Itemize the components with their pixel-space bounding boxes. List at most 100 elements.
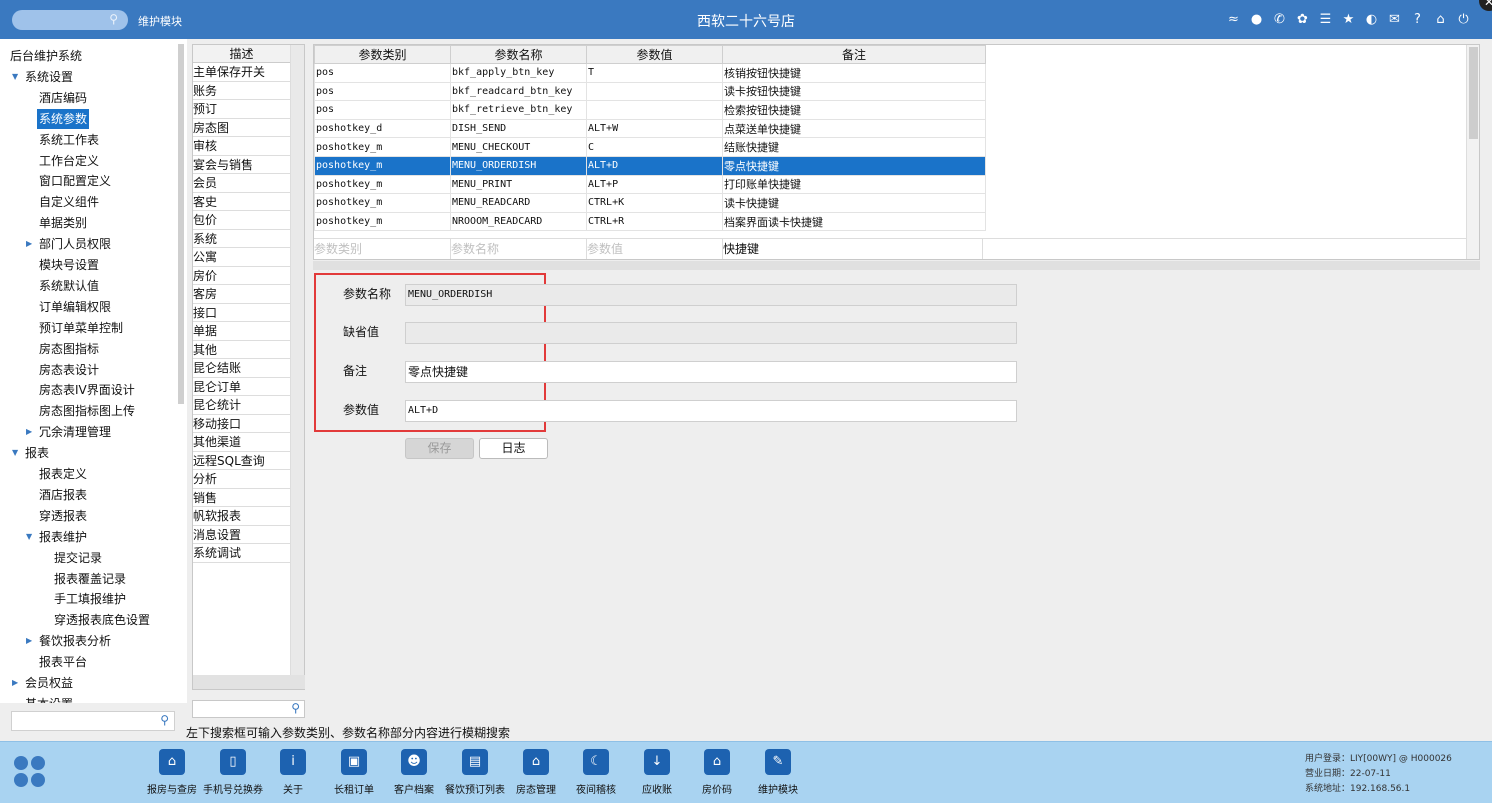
description-item[interactable]: 会员 — [193, 174, 291, 193]
table-cell[interactable]: 结账快捷键 — [722, 137, 986, 157]
table-cell[interactable]: bkf_apply_btn_key — [450, 63, 587, 83]
tree-item[interactable]: 穿透报表底色设置 — [54, 610, 150, 630]
table-cell[interactable]: NROOOM_READCARD — [450, 211, 587, 232]
description-item[interactable]: 系统调试 — [193, 544, 291, 563]
table-cell[interactable] — [586, 81, 723, 102]
tree-item[interactable]: ▶ 部门人员权限 — [26, 234, 111, 254]
contact-card-icon[interactable]: ☻ — [401, 749, 427, 775]
taskbar-item[interactable]: ⌂ 房态管理 — [506, 749, 566, 796]
table-cell[interactable]: poshotkey_m — [314, 137, 451, 157]
table-cell[interactable]: poshotkey_d — [314, 118, 451, 139]
table-cell[interactable]: 核销按钮快捷键 — [722, 63, 986, 83]
table-cell[interactable]: CTRL+K — [586, 193, 723, 213]
mobile-icon[interactable]: ▯ — [220, 749, 246, 775]
expanded-arrow-icon[interactable]: ▼ — [12, 67, 18, 87]
description-item[interactable]: 其他 — [193, 340, 291, 359]
taskbar-item[interactable]: ✎ 维护模块 — [748, 749, 808, 796]
tree-item[interactable]: ▶ 会员权益 — [12, 673, 73, 693]
table-row[interactable]: poshotkey_m MENU_PRINT ALT+P 打印账单快捷键 — [314, 174, 986, 195]
table-cell[interactable]: bkf_retrieve_btn_key — [450, 100, 587, 120]
table-cell[interactable] — [586, 100, 723, 120]
wifi-icon[interactable]: ≈ — [1222, 11, 1245, 29]
description-item[interactable]: 分析 — [193, 470, 291, 489]
description-item[interactable]: 客史 — [193, 192, 291, 211]
contrast-icon[interactable]: ◐ — [1360, 11, 1383, 29]
table-cell[interactable]: MENU_READCARD — [450, 193, 587, 213]
expanded-arrow-icon[interactable]: ▼ — [26, 527, 32, 547]
description-item[interactable]: 宴会与销售 — [193, 155, 291, 174]
log-button[interactable]: 日志 — [479, 438, 548, 459]
description-item[interactable]: 客房 — [193, 285, 291, 304]
filter-category-input[interactable]: 参数类别 — [314, 239, 451, 259]
collapsed-arrow-icon[interactable]: ▶ — [26, 234, 32, 254]
description-item[interactable]: 审核 — [193, 137, 291, 156]
default-value-field[interactable] — [405, 322, 1017, 344]
table-cell[interactable]: pos — [314, 100, 451, 120]
tree-item[interactable]: 报表覆盖记录 — [54, 569, 126, 589]
table-cell[interactable]: bkf_readcard_btn_key — [450, 81, 587, 102]
tree-item[interactable]: 预订单菜单控制 — [39, 318, 123, 338]
remark-field[interactable]: 零点快捷键 — [405, 361, 1017, 383]
table-cell[interactable]: 检索按钮快捷键 — [722, 100, 986, 120]
param-name-field[interactable]: MENU_ORDERDISH — [405, 284, 1017, 306]
taskbar-item[interactable]: ⌂ 报房与查房 — [142, 749, 202, 796]
description-item[interactable]: 其他渠道 — [193, 433, 291, 452]
moon-icon[interactable]: ☾ — [583, 749, 609, 775]
save-button[interactable]: 保存 — [405, 438, 474, 459]
tree-item[interactable]: ▼ 报表维护 — [26, 527, 87, 547]
description-item[interactable]: 单据 — [193, 322, 291, 341]
suitcase-icon[interactable]: ▣ — [341, 749, 367, 775]
table-row[interactable]: poshotkey_d DISH_SEND ALT+W 点菜送单快捷键 — [314, 118, 986, 139]
app-logo-icon[interactable] — [14, 756, 46, 788]
table-cell[interactable]: DISH_SEND — [450, 118, 587, 139]
table-cell[interactable]: ALT+P — [586, 174, 723, 195]
grid-vertical-scrollbar[interactable] — [1466, 45, 1479, 259]
home-icon[interactable]: ⌂ — [704, 749, 730, 775]
table-cell[interactable]: pos — [314, 63, 451, 83]
home-icon[interactable]: ⌂ — [1429, 11, 1452, 29]
house-icon[interactable]: ⌂ — [159, 749, 185, 775]
tree-item[interactable]: 窗口配置定义 — [39, 171, 111, 191]
tree-item[interactable]: 提交记录 — [54, 548, 102, 568]
description-item[interactable]: 消息设置 — [193, 525, 291, 544]
table-cell[interactable]: 读卡按钮快捷键 — [722, 81, 986, 102]
tree-item[interactable]: 单据类别 — [39, 213, 87, 233]
expanded-arrow-icon[interactable]: ▼ — [12, 443, 18, 463]
table-cell[interactable]: MENU_PRINT — [450, 174, 587, 195]
phone-icon[interactable]: ✆ — [1268, 11, 1291, 29]
tree-item[interactable]: 报表定义 — [39, 464, 87, 484]
tree-item[interactable]: 系统默认值 — [39, 276, 99, 296]
tree-item[interactable]: 酒店编码 — [39, 88, 87, 108]
table-cell[interactable]: 零点快捷键 — [722, 155, 986, 176]
filter-value-input[interactable]: 参数值 — [587, 239, 723, 259]
taskbar-item[interactable]: i 关于 — [263, 749, 323, 796]
description-item[interactable]: 系统 — [193, 229, 291, 248]
close-icon[interactable]: ✕ — [1479, 0, 1492, 11]
taskbar-item[interactable]: ▯ 手机号兑换券码 — [203, 749, 263, 796]
description-horizontal-scrollbar[interactable] — [193, 675, 305, 689]
description-item[interactable]: 主单保存开关 — [193, 63, 291, 82]
description-item[interactable]: 公寓 — [193, 248, 291, 267]
description-item[interactable]: 房态图 — [193, 118, 291, 137]
tree-item[interactable]: 工作台定义 — [39, 151, 99, 171]
table-cell[interactable]: 档案界面读卡快捷键 — [722, 211, 986, 232]
description-item[interactable]: 远程SQL查询 — [193, 451, 291, 470]
collapsed-arrow-icon[interactable]: ▶ — [12, 673, 18, 693]
description-item[interactable]: 销售 — [193, 488, 291, 507]
tree-item[interactable]: 基本设置 — [25, 694, 73, 703]
column-header[interactable]: 参数值 — [586, 45, 723, 64]
table-row[interactable]: poshotkey_m MENU_ORDERDISH ALT+D 零点快捷键 — [314, 155, 986, 176]
description-item[interactable]: 房价 — [193, 266, 291, 285]
description-search-input[interactable]: ⚲ — [192, 700, 305, 718]
home-icon[interactable]: ⌂ — [523, 749, 549, 775]
grid-scroll-thumb[interactable] — [1469, 47, 1478, 139]
table-cell[interactable]: 打印账单快捷键 — [722, 174, 986, 195]
tree-search-input[interactable]: ⚲ — [11, 711, 175, 731]
collapsed-arrow-icon[interactable]: ▶ — [26, 631, 32, 651]
mail-icon[interactable]: ✉ — [1383, 11, 1406, 29]
clipboard-icon[interactable]: ▤ — [462, 749, 488, 775]
tree-item[interactable]: 系统工作表 — [39, 130, 99, 150]
tree-scrollbar[interactable] — [178, 44, 184, 404]
wrench-icon[interactable]: ✎ — [765, 749, 791, 775]
column-header[interactable]: 备注 — [722, 45, 986, 64]
